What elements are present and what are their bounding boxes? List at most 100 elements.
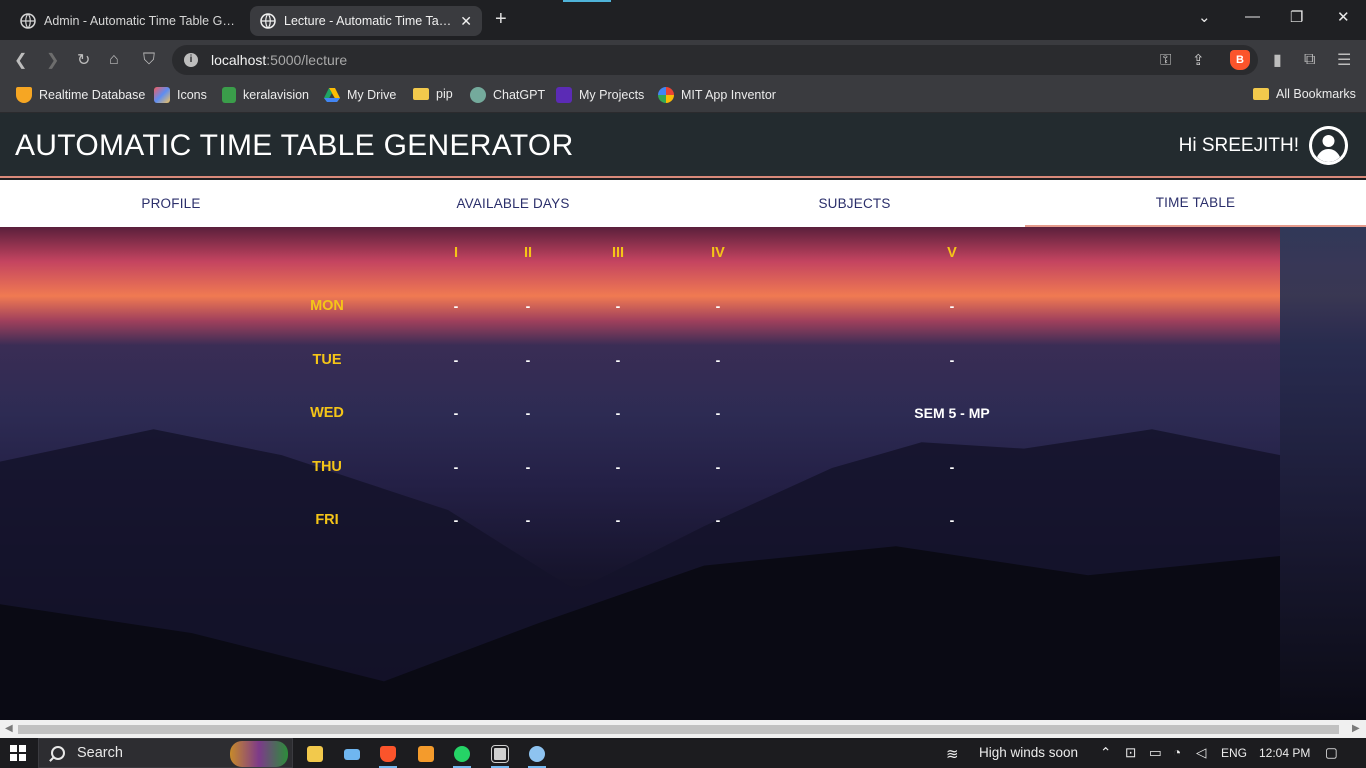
background-edge: [1280, 227, 1366, 720]
url-host: localhost: [211, 52, 267, 68]
day-label: WED: [310, 405, 344, 421]
tab-search-icon[interactable]: ⌄: [1198, 8, 1211, 26]
globe-icon: [260, 13, 276, 29]
day-label: TUE: [312, 352, 342, 368]
extensions-icon[interactable]: ⧉: [1304, 51, 1315, 69]
timetable-cell: -: [525, 512, 531, 528]
browser-tab-lecture[interactable]: Lecture - Automatic Time Table Generator…: [250, 6, 482, 36]
key-icon[interactable]: ⚿: [1160, 52, 1171, 69]
bookmark-chatgpt[interactable]: ChatGPT: [470, 87, 545, 103]
bookmark-label: My Projects: [579, 88, 645, 102]
nav-subjects[interactable]: SUBJECTS: [684, 180, 1025, 227]
day-label: FRI: [315, 512, 339, 528]
timetable-cell: -: [453, 405, 459, 421]
nav-time-table[interactable]: TIME TABLE: [1025, 180, 1366, 227]
minimize-icon[interactable]: —: [1245, 8, 1260, 25]
bookmark-mit-app-inventor[interactable]: MIT App Inventor: [658, 87, 776, 103]
timetable-cell: -: [525, 352, 531, 368]
home-icon[interactable]: ⌂: [109, 51, 119, 69]
keyboard-icon[interactable]: [337, 742, 367, 766]
back-icon[interactable]: ❮: [14, 50, 27, 70]
share-icon[interactable]: ⇪: [1192, 51, 1205, 69]
timetable-cell: -: [615, 459, 621, 475]
battery-icon[interactable]: ▭: [1149, 745, 1162, 761]
forward-icon[interactable]: ❯: [46, 50, 59, 70]
windows-start-icon[interactable]: [10, 745, 26, 761]
timetable-cell: -: [615, 405, 621, 421]
volume-icon[interactable]: ◁: [1196, 745, 1206, 761]
chatgpt-icon: [470, 87, 486, 103]
app-icon[interactable]: [522, 742, 552, 768]
all-bookmarks[interactable]: All Bookmarks: [1253, 87, 1356, 101]
search-icon: [51, 746, 65, 760]
brave-shields-icon[interactable]: B: [1230, 50, 1250, 70]
bookmark-keralavision[interactable]: keralavision: [222, 87, 309, 103]
menu-icon[interactable]: ☰: [1337, 50, 1351, 70]
address-bar[interactable]: i localhost:5000/lecture ⚿ ⇪: [172, 45, 1258, 75]
weather-wind-icon[interactable]: ≋: [946, 745, 959, 763]
google-icon: [658, 87, 674, 103]
hero-background: [0, 227, 1366, 720]
site-info-icon[interactable]: i: [184, 53, 198, 67]
close-tab-icon[interactable]: ✕: [460, 13, 472, 30]
terminal-icon[interactable]: [485, 742, 515, 768]
timetable-cell: -: [615, 352, 621, 368]
period-header: V: [947, 245, 957, 261]
user-avatar-icon[interactable]: [1309, 126, 1348, 165]
search-highlight-icon: [230, 741, 288, 767]
scroll-right-icon[interactable]: ▶: [1352, 723, 1360, 734]
period-header: III: [611, 245, 625, 261]
restore-icon[interactable]: ❐: [1290, 8, 1303, 26]
sublime-text-icon[interactable]: [411, 742, 441, 766]
browser-tab-admin[interactable]: Admin - Automatic Time Table Generator: [10, 6, 246, 36]
timetable-cell: -: [453, 459, 459, 475]
timetable-cell: -: [715, 405, 721, 421]
bookmark-icon[interactable]: ⛉: [143, 51, 155, 69]
windows-taskbar: Search ≋ High winds soon ⌃ ⊡ ▭ ◔ ◁ ENG 1…: [0, 738, 1366, 768]
taskbar-search[interactable]: Search: [38, 738, 293, 768]
weather-status[interactable]: High winds soon: [979, 745, 1078, 760]
period-header: II: [523, 245, 533, 261]
period-header: IV: [711, 245, 725, 261]
taskbar-search-label: Search: [77, 745, 123, 761]
bookmark-realtime-database[interactable]: Realtime Database: [16, 87, 145, 103]
timetable-cell: -: [615, 512, 621, 528]
chevron-up-icon[interactable]: ⌃: [1100, 745, 1111, 761]
timetable-cell: -: [525, 298, 531, 314]
brave-browser-icon[interactable]: [373, 742, 403, 768]
bookmark-label: Realtime Database: [39, 88, 146, 102]
wifi-icon[interactable]: ◔: [1173, 745, 1181, 760]
horizontal-scrollbar[interactable]: ◀ ▶: [0, 720, 1366, 738]
app-title: AUTOMATIC TIME TABLE GENERATOR: [15, 129, 574, 162]
new-tab-icon[interactable]: +: [495, 9, 507, 29]
url-path: :5000/lecture: [266, 52, 348, 68]
reload-icon[interactable]: ↻: [77, 50, 90, 70]
tab-title: Admin - Automatic Time Table Generator: [44, 14, 236, 28]
keralavision-icon: [222, 87, 236, 103]
bookmark-my-drive[interactable]: My Drive: [324, 87, 396, 103]
timetable-cell: -: [949, 298, 955, 314]
nav-available-days[interactable]: AVAILABLE DAYS: [342, 180, 684, 227]
language-indicator[interactable]: ENG: [1221, 746, 1247, 760]
bookmark-pip[interactable]: pip: [413, 87, 453, 101]
notification-badge-icon[interactable]: ⊡: [1125, 745, 1136, 761]
notification-icon[interactable]: ▢: [1325, 745, 1338, 761]
whatsapp-icon[interactable]: [447, 742, 477, 768]
nav-profile[interactable]: PROFILE: [0, 180, 342, 227]
bookmark-label: keralavision: [243, 88, 310, 102]
bookmark-label: pip: [436, 87, 453, 101]
close-window-icon[interactable]: ✕: [1337, 8, 1350, 26]
clock[interactable]: 12:04 PM: [1259, 746, 1310, 760]
wallet-icon[interactable]: ▮: [1273, 50, 1282, 70]
timetable-cell: -: [715, 512, 721, 528]
period-header: I: [453, 245, 459, 261]
globe-icon: [20, 13, 36, 29]
scrollbar-thumb[interactable]: [18, 725, 1339, 734]
timetable-cell: -: [453, 298, 459, 314]
timetable-cell: -: [615, 298, 621, 314]
timetable-cell: -: [715, 298, 721, 314]
file-explorer-icon[interactable]: [300, 742, 330, 766]
bookmark-my-projects[interactable]: My Projects: [556, 87, 644, 103]
bookmark-icons[interactable]: Icons: [154, 87, 207, 103]
scroll-left-icon[interactable]: ◀: [5, 723, 13, 734]
